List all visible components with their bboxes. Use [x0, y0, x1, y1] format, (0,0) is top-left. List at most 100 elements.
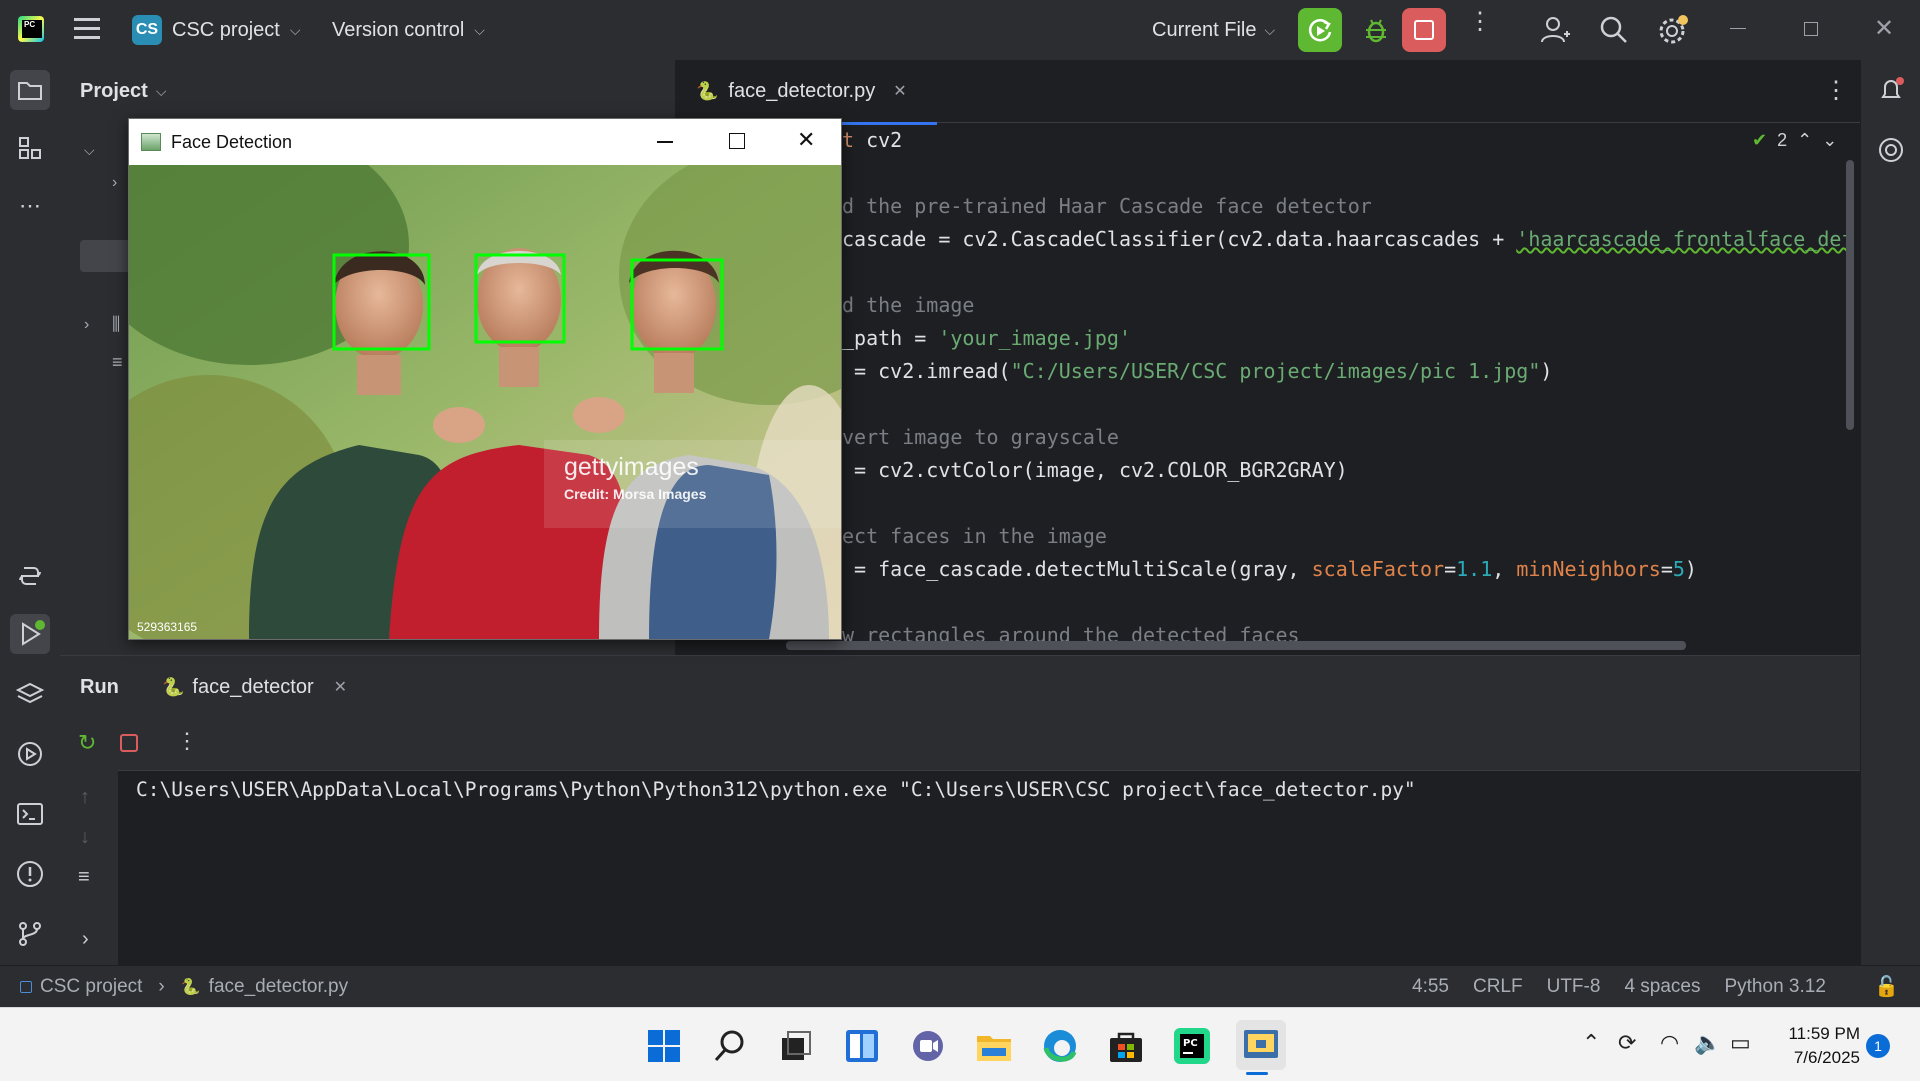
- close-window-icon[interactable]: ✕: [797, 127, 815, 153]
- main-menu-icon[interactable]: [74, 18, 100, 40]
- battery-icon[interactable]: ▭: [1730, 1030, 1751, 1056]
- project-widget[interactable]: CS CSC project ⌵: [132, 14, 300, 46]
- code-line[interactable]: d the image: [842, 289, 1852, 322]
- expand-icon[interactable]: ›: [82, 928, 89, 951]
- close-tab-icon[interactable]: ✕: [893, 81, 906, 101]
- python-file-icon: 🐍: [696, 80, 719, 101]
- clock-time: 11:59 PM: [1788, 1024, 1860, 1043]
- code-line[interactable]: [842, 157, 1852, 190]
- code-line[interactable]: _path = 'your_image.jpg': [842, 322, 1852, 355]
- indent-setting[interactable]: 4 spaces: [1624, 976, 1700, 998]
- scroll-down-icon[interactable]: ↓: [80, 826, 90, 849]
- widgets-icon[interactable]: [842, 1026, 882, 1066]
- face-detection-titlebar[interactable]: Face Detection ✕: [129, 119, 841, 165]
- sync-icon[interactable]: ⟳: [1618, 1030, 1636, 1056]
- code-line[interactable]: [842, 487, 1852, 520]
- more-tool-windows-icon[interactable]: ⋯: [10, 186, 50, 226]
- search-icon[interactable]: [1598, 14, 1630, 51]
- problems-icon[interactable]: [10, 854, 50, 894]
- minimize-window-icon[interactable]: [657, 141, 673, 143]
- pycharm-taskbar-icon[interactable]: PC: [1172, 1026, 1212, 1066]
- breadcrumb-project[interactable]: CSC project: [40, 976, 142, 998]
- run-config-selector[interactable]: Current File ⌵: [1152, 14, 1275, 46]
- status-bar: CSC project › 🐍 face_detector.py 4:55 CR…: [0, 965, 1920, 1008]
- code-line[interactable]: cascade = cv2.CascadeClassifier(cv2.data…: [842, 223, 1852, 256]
- editor-horizontal-scrollbar[interactable]: [786, 641, 1686, 650]
- breadcrumb[interactable]: CSC project › 🐍 face_detector.py: [20, 976, 348, 998]
- code-line[interactable]: [842, 256, 1852, 289]
- python-file-icon: 🐍: [162, 676, 185, 697]
- structure-icon[interactable]: [10, 128, 50, 168]
- run-tool-icon[interactable]: [10, 614, 50, 654]
- run-tab-face-detector[interactable]: 🐍 face_detector ✕: [142, 656, 368, 721]
- close-window-icon[interactable]: ✕: [1874, 14, 1894, 43]
- layers-icon[interactable]: [10, 674, 50, 714]
- file-explorer-icon[interactable]: [974, 1026, 1014, 1066]
- code-lines[interactable]: t cv2 d the pre-trained Haar Cascade fac…: [842, 124, 1852, 644]
- code-line[interactable]: d the pre-trained Haar Cascade face dete…: [842, 190, 1852, 223]
- code-line[interactable]: = face_cascade.detectMultiScale(gray, sc…: [842, 553, 1852, 586]
- rerun-icon[interactable]: ↻: [78, 730, 96, 756]
- scroll-up-icon[interactable]: ↑: [80, 786, 90, 809]
- line-separator[interactable]: CRLF: [1473, 976, 1523, 998]
- run-more-icon[interactable]: ⋮: [176, 728, 198, 754]
- terminal-icon[interactable]: [10, 794, 50, 834]
- task-view-icon[interactable]: [776, 1026, 816, 1066]
- editor-vertical-scrollbar[interactable]: [1846, 160, 1854, 430]
- windows-start-icon[interactable]: [644, 1026, 684, 1066]
- wifi-icon[interactable]: ◠: [1660, 1030, 1679, 1056]
- stop-icon[interactable]: [120, 734, 138, 752]
- vcs-widget[interactable]: Version control ⌵: [332, 14, 485, 46]
- breadcrumb-file[interactable]: face_detector.py: [209, 976, 348, 998]
- python-app-taskbar-icon[interactable]: [1236, 1020, 1286, 1070]
- notification-badge[interactable]: 1: [1866, 1034, 1890, 1058]
- editor-more-icon[interactable]: ⋮: [1824, 76, 1848, 105]
- debug-button[interactable]: [1356, 10, 1396, 50]
- maximize-window-icon[interactable]: [729, 133, 745, 149]
- code-line[interactable]: ect faces in the image: [842, 520, 1852, 553]
- pycharm-logo-icon[interactable]: PC: [18, 16, 44, 42]
- notifications-bell-icon[interactable]: [1871, 70, 1911, 110]
- project-folder-icon[interactable]: [10, 70, 50, 110]
- face-detection-window[interactable]: Face Detection ✕ gettyimages Credit: Mor…: [128, 118, 842, 640]
- watermark-brand: gettyimages: [564, 453, 699, 481]
- python-console-icon[interactable]: [10, 556, 50, 596]
- tree-collapse-icon[interactable]: ›: [112, 174, 117, 192]
- code-line[interactable]: vert image to grayscale: [842, 421, 1852, 454]
- minimize-window-icon[interactable]: [1730, 28, 1746, 29]
- restore-window-icon[interactable]: [1804, 22, 1818, 36]
- stop-button[interactable]: [1402, 8, 1446, 52]
- tree-expand-icon[interactable]: ⌵: [84, 142, 95, 159]
- run-output[interactable]: C:\Users\USER\AppData\Local\Programs\Pyt…: [136, 778, 1416, 801]
- show-hidden-icons[interactable]: ⌃: [1582, 1030, 1600, 1056]
- project-panel-header[interactable]: Project ⌵: [80, 80, 166, 103]
- interpreter[interactable]: Python 3.12: [1724, 976, 1825, 998]
- code-line[interactable]: [842, 586, 1852, 619]
- code-line[interactable]: [842, 388, 1852, 421]
- search-icon[interactable]: [710, 1026, 750, 1066]
- tab-face-detector[interactable]: 🐍 face_detector.py ✕: [696, 60, 937, 125]
- file-encoding[interactable]: UTF-8: [1547, 976, 1601, 998]
- rerun-button[interactable]: [1298, 8, 1342, 52]
- code-line[interactable]: = cv2.imread("C:/Users/USER/CSC project/…: [842, 355, 1852, 388]
- clock[interactable]: 11:59 PM 7/6/2025: [1780, 1022, 1860, 1070]
- teams-chat-icon[interactable]: [908, 1026, 948, 1066]
- module-icon: [20, 981, 32, 993]
- read-only-lock-icon[interactable]: 🔓: [1874, 974, 1899, 999]
- git-branch-icon[interactable]: [10, 914, 50, 954]
- edge-browser-icon[interactable]: [1040, 1026, 1080, 1066]
- code-line[interactable]: = cv2.cvtColor(image, cv2.COLOR_BGR2GRAY…: [842, 454, 1852, 487]
- close-tab-icon[interactable]: ✕: [334, 677, 347, 697]
- run-toolbar: ↻ ⋮: [60, 718, 1860, 771]
- more-actions-icon[interactable]: ⋮: [1468, 10, 1492, 42]
- add-user-icon[interactable]: [1540, 14, 1572, 51]
- soft-wrap-icon[interactable]: ≡: [78, 866, 90, 889]
- tree-collapse-icon[interactable]: ›: [84, 316, 89, 334]
- code-line[interactable]: t cv2: [842, 124, 1852, 157]
- services-icon[interactable]: [10, 734, 50, 774]
- ai-assistant-icon[interactable]: [1871, 130, 1911, 170]
- caret-position[interactable]: 4:55: [1412, 976, 1449, 998]
- volume-icon[interactable]: 🔈: [1694, 1030, 1721, 1056]
- settings-gear-icon[interactable]: [1656, 14, 1690, 53]
- store-icon[interactable]: [1106, 1026, 1146, 1066]
